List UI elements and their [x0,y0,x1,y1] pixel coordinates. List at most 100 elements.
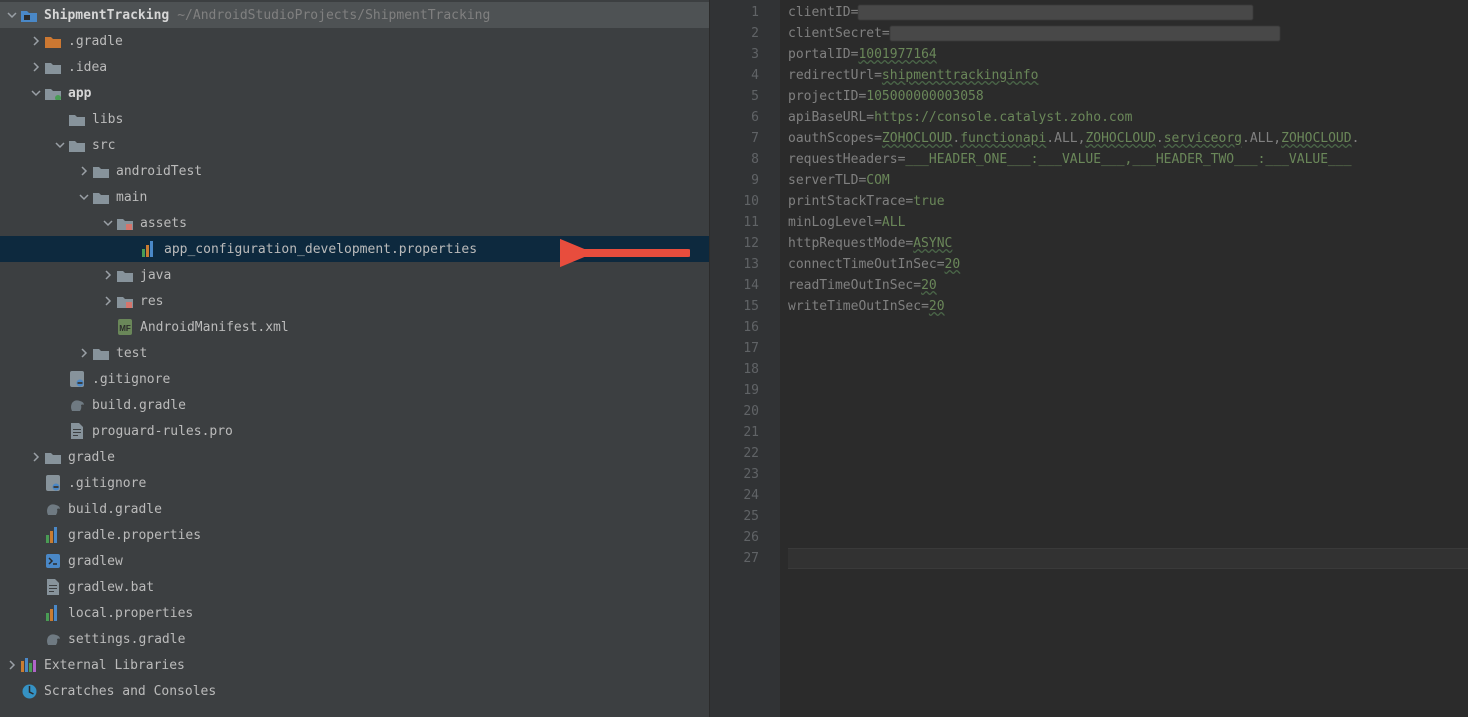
code-line-empty[interactable] [788,464,1468,485]
code-line[interactable]: oauthScopes=ZOHOCLOUD.functionapi.ALL,ZO… [788,128,1468,149]
prop-key: clientID [788,5,851,20]
tree-item[interactable]: settings.gradle [0,626,709,652]
code-line-empty[interactable] [788,401,1468,422]
code-line[interactable]: printStackTrace=true [788,191,1468,212]
tree-item[interactable]: build.gradle [0,496,709,522]
code-line[interactable]: apiBaseURL=https://console.catalyst.zoho… [788,107,1468,128]
chevron-right-icon[interactable] [76,163,92,179]
tree-item[interactable]: Scratches and Consoles [0,678,709,704]
chevron-down-icon[interactable] [52,137,68,153]
tree-item-label: settings.gradle [68,632,185,647]
tree-item[interactable]: proguard-rules.pro [0,418,709,444]
prop-key: redirectUrl [788,68,874,83]
code-line[interactable]: serverTLD=COM [788,170,1468,191]
tree-item[interactable]: java [0,262,709,288]
prop-value: 20 [929,299,945,314]
tree-item[interactable]: src [0,132,709,158]
editor-code-area[interactable]: clientID=clientSecret=portalID=100197716… [780,0,1468,717]
tree-item[interactable]: app [0,80,709,106]
code-line[interactable]: portalID=1001977164 [788,44,1468,65]
chevron-spacer [28,475,44,491]
code-line[interactable]: projectID=105000000003058 [788,86,1468,107]
tree-item[interactable]: .idea [0,54,709,80]
tree-item-label: res [140,294,163,309]
tree-item[interactable]: gradlew.bat [0,574,709,600]
tree-item[interactable]: test [0,340,709,366]
prop-key: readTimeOutInSec [788,278,913,293]
tree-root-row[interactable]: ShipmentTracking~/AndroidStudioProjects/… [0,2,709,28]
line-number: 19 [710,380,759,401]
prop-value: ALL [882,215,905,230]
chevron-down-icon[interactable] [76,189,92,205]
chevron-right-icon[interactable] [100,293,116,309]
chevron-down-icon[interactable] [4,7,20,23]
code-line-empty[interactable] [788,422,1468,443]
code-line[interactable]: minLogLevel=ALL [788,212,1468,233]
chevron-right-icon[interactable] [28,449,44,465]
tree-item[interactable]: main [0,184,709,210]
code-line-empty[interactable] [788,380,1468,401]
code-line-empty[interactable] [788,527,1468,548]
text-file-icon [44,579,62,595]
chevron-down-icon[interactable] [28,85,44,101]
tree-item[interactable]: assets [0,210,709,236]
code-line[interactable]: redirectUrl=shipmenttrackinginfo [788,65,1468,86]
tree-item[interactable]: .gradle [0,28,709,54]
tree-item-label: assets [140,216,187,231]
tree-item[interactable]: gradlew [0,548,709,574]
chevron-right-icon[interactable] [4,657,20,673]
editor-gutter: 1234567891011121314151617181920212223242… [710,0,780,717]
scratches-icon [20,683,38,699]
tree-item-label: .gitignore [68,476,146,491]
tree-item[interactable]: androidTest [0,158,709,184]
line-number: 22 [710,443,759,464]
chevron-right-icon[interactable] [28,33,44,49]
tree-item[interactable]: External Libraries [0,652,709,678]
code-line-empty[interactable] [788,548,1468,569]
code-line-empty[interactable] [788,317,1468,338]
tree-item[interactable]: res [0,288,709,314]
tree-item[interactable]: gradle [0,444,709,470]
prop-value: https://console.catalyst.zoho.com [874,110,1132,125]
code-line[interactable]: writeTimeOutInSec=20 [788,296,1468,317]
chevron-right-icon[interactable] [28,59,44,75]
chevron-down-icon[interactable] [100,215,116,231]
code-line[interactable]: readTimeOutInSec=20 [788,275,1468,296]
code-line-empty[interactable] [788,338,1468,359]
chevron-right-icon[interactable] [76,345,92,361]
tree-item-label: build.gradle [68,502,162,517]
code-line[interactable]: httpRequestMode=ASYNC [788,233,1468,254]
tree-item[interactable]: build.gradle [0,392,709,418]
code-line-empty[interactable] [788,506,1468,527]
code-line[interactable]: clientSecret= [788,23,1468,44]
editor-panel[interactable]: 1234567891011121314151617181920212223242… [710,0,1468,717]
tree-item[interactable]: MFAndroidManifest.xml [0,314,709,340]
prop-key: printStackTrace [788,194,905,209]
gradle-elephant-icon [68,397,86,413]
project-tree-panel[interactable]: ShipmentTracking~/AndroidStudioProjects/… [0,0,710,717]
tree-item[interactable]: gradle.properties [0,522,709,548]
code-line-empty[interactable] [788,485,1468,506]
tree-item[interactable]: local.properties [0,600,709,626]
tree-item-label: app_configuration_development.properties [164,242,477,257]
tree-item[interactable]: libs [0,106,709,132]
shell-icon [44,553,62,569]
code-line-empty[interactable] [788,443,1468,464]
chevron-right-icon[interactable] [100,267,116,283]
code-line[interactable]: requestHeaders=___HEADER_ONE___:___VALUE… [788,149,1468,170]
code-line[interactable]: connectTimeOutInSec=20 [788,254,1468,275]
tree-item[interactable]: .gitignore [0,366,709,392]
code-line[interactable]: clientID= [788,2,1468,23]
properties-icon [44,527,62,543]
tree-item[interactable]: .gitignore [0,470,709,496]
tree-item[interactable]: app_configuration_development.properties [0,236,709,262]
line-number: 14 [710,275,759,296]
prop-value: 105000000003058 [866,89,983,104]
folder-icon [68,137,86,153]
chevron-spacer [52,371,68,387]
line-number: 7 [710,128,759,149]
code-line-empty[interactable] [788,359,1468,380]
properties-icon [44,605,62,621]
line-number: 20 [710,401,759,422]
line-number: 6 [710,107,759,128]
